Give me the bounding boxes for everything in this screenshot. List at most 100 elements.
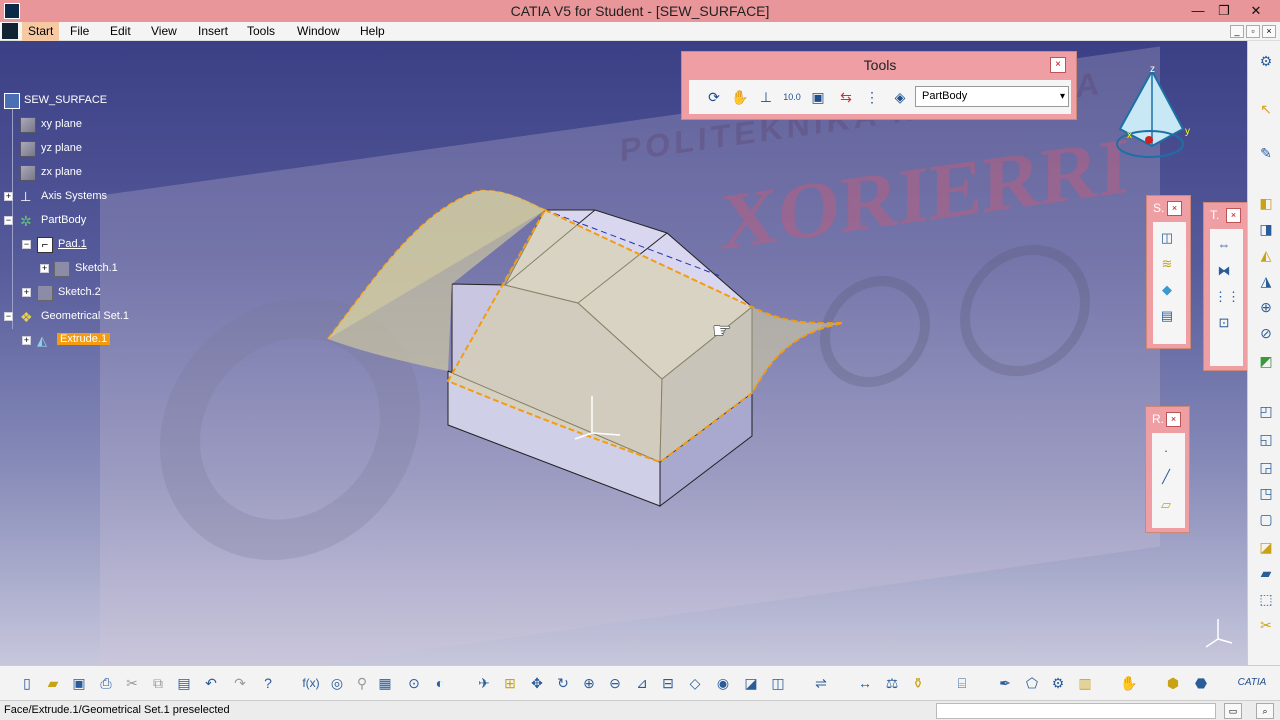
paste-icon[interactable]: ▤ [174,673,194,693]
3d-support-icon[interactable]: ⋮ [862,87,882,107]
zoom-out-icon[interactable]: ⊖ [605,673,625,693]
surfaces-toolbar-close-button[interactable]: × [1167,201,1182,216]
mirror-icon[interactable]: ⧓ [1214,261,1234,281]
knowledge-icon[interactable]: ⚙ [1048,673,1068,693]
point-icon[interactable]: · [1156,441,1176,461]
3d-viewport[interactable]: POLITEKNIKA IKASTEGIA XORIERRI ☛ [0,41,1247,665]
measure-icon[interactable]: ⊙ [404,673,424,693]
pattern-icon[interactable]: ⋮⋮ [1214,287,1240,307]
catalog-browser-icon[interactable]: ⇆ [836,87,856,107]
undo-icon[interactable]: ↶ [201,673,221,693]
print-icon[interactable]: ⎙ [96,673,116,693]
line-icon[interactable]: ╱ [1156,467,1176,487]
doc-minimize-button[interactable]: _ [1230,25,1244,38]
new-file-icon[interactable]: ▯ [17,673,37,693]
expand-toggle[interactable]: + [22,336,31,345]
hide-show-icon[interactable]: ◪ [741,673,761,693]
measure-item-icon[interactable]: ⚖ [882,673,902,693]
save-icon[interactable]: ▣ [69,673,89,693]
catalog-icon[interactable]: ⇌ [811,673,831,693]
scaling-icon[interactable]: ⊡ [1214,313,1234,333]
menu-help[interactable]: Help [360,24,385,38]
isometric-view-icon[interactable]: ◇ [685,673,705,693]
comment-icon[interactable]: ◎ [327,673,347,693]
hand-tool-icon[interactable]: ✋ [1119,673,1139,693]
menu-window[interactable]: Window [297,24,340,38]
shading-icon[interactable]: ◉ [713,673,733,693]
chamfer-icon[interactable]: ◱ [1256,429,1276,449]
capture-icon[interactable]: ⌸ [952,673,972,693]
translate-icon[interactable]: ⇔ [1214,235,1234,255]
collapse-toggle[interactable]: − [4,216,13,225]
update-icon[interactable]: ⟳ [704,87,724,107]
help-icon[interactable]: ? [258,673,278,693]
tools-toolbar[interactable]: Tools × ⟳ ✋ ⊥ 10.0 ▣ ⇆ ⋮ ◈ PartBody ▾ [681,51,1077,120]
menu-edit[interactable]: Edit [110,24,131,38]
sketch-analysis-icon[interactable]: ⬠ [1022,673,1042,693]
pocket-icon[interactable]: ◨ [1256,219,1276,239]
table-icon[interactable]: ▦ [375,673,395,693]
zoom-in-icon[interactable]: ⊕ [579,673,599,693]
power-input-field[interactable] [936,703,1216,719]
doc-close-button[interactable]: × [1262,25,1276,38]
select-icon[interactable]: ↖ [1256,99,1276,119]
transformations-toolbar-close-button[interactable]: × [1226,208,1241,223]
surface-analysis-icon[interactable]: ⬢ [1163,673,1183,693]
fit-all-icon[interactable]: ⊞ [500,673,520,693]
menu-start[interactable]: Start [22,22,60,41]
pan-icon[interactable]: ✥ [527,673,547,693]
reference-elements-toolbar-close-button[interactable]: × [1166,412,1181,427]
thick-surface-icon[interactable]: ▰ [1256,563,1276,583]
surfaces-toolbar[interactable]: S. × ◫ ≋ ◆ ▤ [1146,195,1191,349]
groove-icon[interactable]: ◮ [1256,271,1276,291]
plane-icon[interactable]: ▱ [1156,495,1176,515]
formula-icon[interactable]: f(x) [301,673,321,693]
expand-toggle[interactable]: + [22,288,31,297]
split-icon[interactable]: ◪ [1256,537,1276,557]
axis-system-icon[interactable]: ⊥ [756,87,776,107]
rib-icon[interactable]: ⊘ [1256,323,1276,343]
menu-view[interactable]: View [151,24,177,38]
fly-mode-icon[interactable]: ✈ [474,673,494,693]
compass-icon[interactable]: z x y [1116,64,1190,158]
draft-icon[interactable]: ◲ [1256,457,1276,477]
sew-surface-icon[interactable]: ✂ [1256,615,1276,635]
apply-material-icon[interactable]: ✒ [995,673,1015,693]
open-folder-icon[interactable]: ▰ [43,673,63,693]
status-search-button[interactable]: ⌕ [1256,703,1274,719]
multi-view-icon[interactable]: ⊟ [658,673,678,693]
analysis-icon[interactable]: ◐ [430,673,450,693]
settings-icon[interactable]: ⚙ [1256,51,1276,71]
grid-snap-icon[interactable]: 10.0 [782,87,802,107]
layer-icon[interactable]: ▥ [1075,673,1095,693]
fillet-icon[interactable]: ◰ [1256,401,1276,421]
pad-icon[interactable]: ◧ [1256,193,1276,213]
copy-icon[interactable]: ⧉ [148,673,168,693]
manual-update-icon[interactable]: ✋ [730,87,750,107]
slot-icon[interactable]: ◩ [1256,351,1276,371]
expand-toggle[interactable]: + [4,192,13,201]
sketcher-icon[interactable]: ✎ [1256,143,1276,163]
rotate-icon[interactable]: ↻ [553,673,573,693]
draft-analysis-icon[interactable]: ⬣ [1191,673,1211,693]
normal-view-icon[interactable]: ⊿ [632,673,652,693]
shell-icon[interactable]: ◳ [1256,483,1276,503]
doc-restore-button[interactable]: ▫ [1246,25,1260,38]
model-canvas[interactable]: ☛ z x y [0,41,1247,665]
work-on-support-icon[interactable]: ▣ [808,87,828,107]
cut-icon[interactable]: ✂ [122,673,142,693]
join-surface-icon[interactable]: ▤ [1157,306,1177,326]
status-options-button[interactable]: ▭ [1224,703,1242,719]
menu-tools[interactable]: Tools [247,24,275,38]
reference-elements-toolbar[interactable]: R. × · ╱ ▱ [1145,406,1190,533]
offset-surface-icon[interactable]: ≋ [1157,254,1177,274]
fill-surface-icon[interactable]: ◆ [1157,280,1177,300]
shaft-icon[interactable]: ◭ [1256,245,1276,265]
redo-icon[interactable]: ↷ [230,673,250,693]
tools-toolbar-close-button[interactable]: × [1050,57,1066,73]
minimize-button[interactable]: — [1186,2,1210,20]
close-button[interactable]: ✕ [1244,2,1268,20]
close-surface-icon[interactable]: ⬚ [1256,589,1276,609]
define-in-work-object-icon[interactable]: ◈ [890,87,910,107]
restore-button[interactable]: ❐ [1212,2,1236,20]
